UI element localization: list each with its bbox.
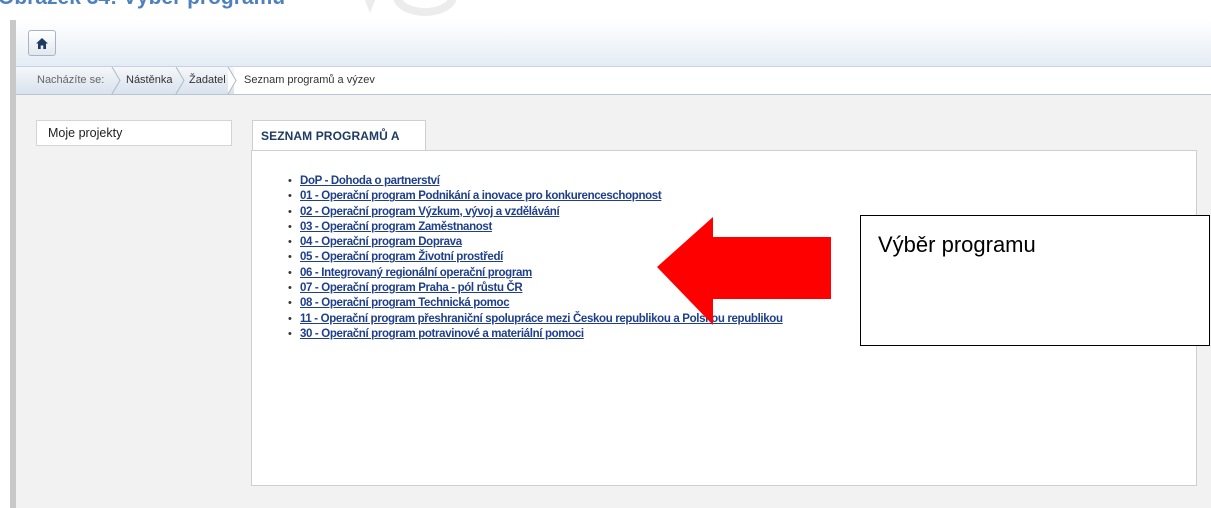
bullet-icon: • [288,236,292,249]
breadcrumb: Nacházíte se: Nástěnka Žadatel Seznam pr… [16,67,1211,95]
breadcrumb-prefix: Nacházíte se: [37,74,105,86]
bullet-icon: • [288,312,292,325]
list-item: • 01 - Operační program Podnikání a inova… [288,189,783,204]
list-item: • 30 - Operační program potravinové a mat… [288,327,783,342]
annotation-arrow-icon [657,217,831,325]
bullet-icon: • [288,220,292,233]
bullet-icon: • [288,282,292,295]
sidebar-item-moje-projekty[interactable]: Moje projekty [36,120,232,146]
program-link[interactable]: DoP - Dohoda o partnerství [300,175,440,187]
breadcrumb-item-zadatel[interactable]: Žadatel [189,67,226,94]
callout-text: Výběr programu [878,232,1036,257]
program-link[interactable]: 04 - Operační program Doprava [300,236,462,248]
program-link[interactable]: 07 - Operační program Praha - pól růstu … [300,282,523,294]
program-link[interactable]: 30 - Operační program potravinové a mate… [300,328,584,340]
home-icon [36,37,48,49]
breadcrumb-item-current: Seznam programů a výzev [244,74,375,86]
bullet-icon: • [288,297,292,310]
list-item: • DoP - Dohoda o partnerství [288,174,783,189]
breadcrumb-separator-icon [111,67,121,94]
breadcrumb-current-bg [234,67,1211,94]
bullet-icon: • [288,266,292,279]
sidebar-item-label: Moje projekty [48,126,123,140]
bullet-icon: • [288,205,292,218]
breadcrumb-separator-icon [175,67,185,94]
program-link[interactable]: 05 - Operační program Životní prostředí [300,251,503,263]
top-toolbar [16,20,1211,67]
watermark-shape [364,0,457,16]
breadcrumb-separator-icon [227,67,237,94]
bullet-icon: • [288,190,292,203]
document-caption: Obrázek 34: Výběr programu [0,0,285,10]
bullet-icon: • [288,175,292,187]
bullet-icon: • [288,251,292,264]
annotation-callout: Výběr programu [860,215,1210,346]
home-button[interactable] [28,30,56,56]
program-link[interactable]: 08 - Operační program Technická pomoc [300,297,510,309]
program-link[interactable]: 02 - Operační program Výzkum, vývoj a vz… [300,206,560,218]
program-link[interactable]: 01 - Operační program Podnikání a inovac… [300,190,662,202]
bullet-icon: • [288,327,292,340]
program-link[interactable]: 06 - Integrovaný regionální operační pro… [300,267,532,279]
breadcrumb-item-nastenka[interactable]: Nástěnka [126,67,172,94]
program-link[interactable]: 03 - Operační program Zaměstnanost [300,221,492,233]
tab-seznam-programu[interactable]: SEZNAM PROGRAMŮ A VÝZEV [252,120,426,173]
